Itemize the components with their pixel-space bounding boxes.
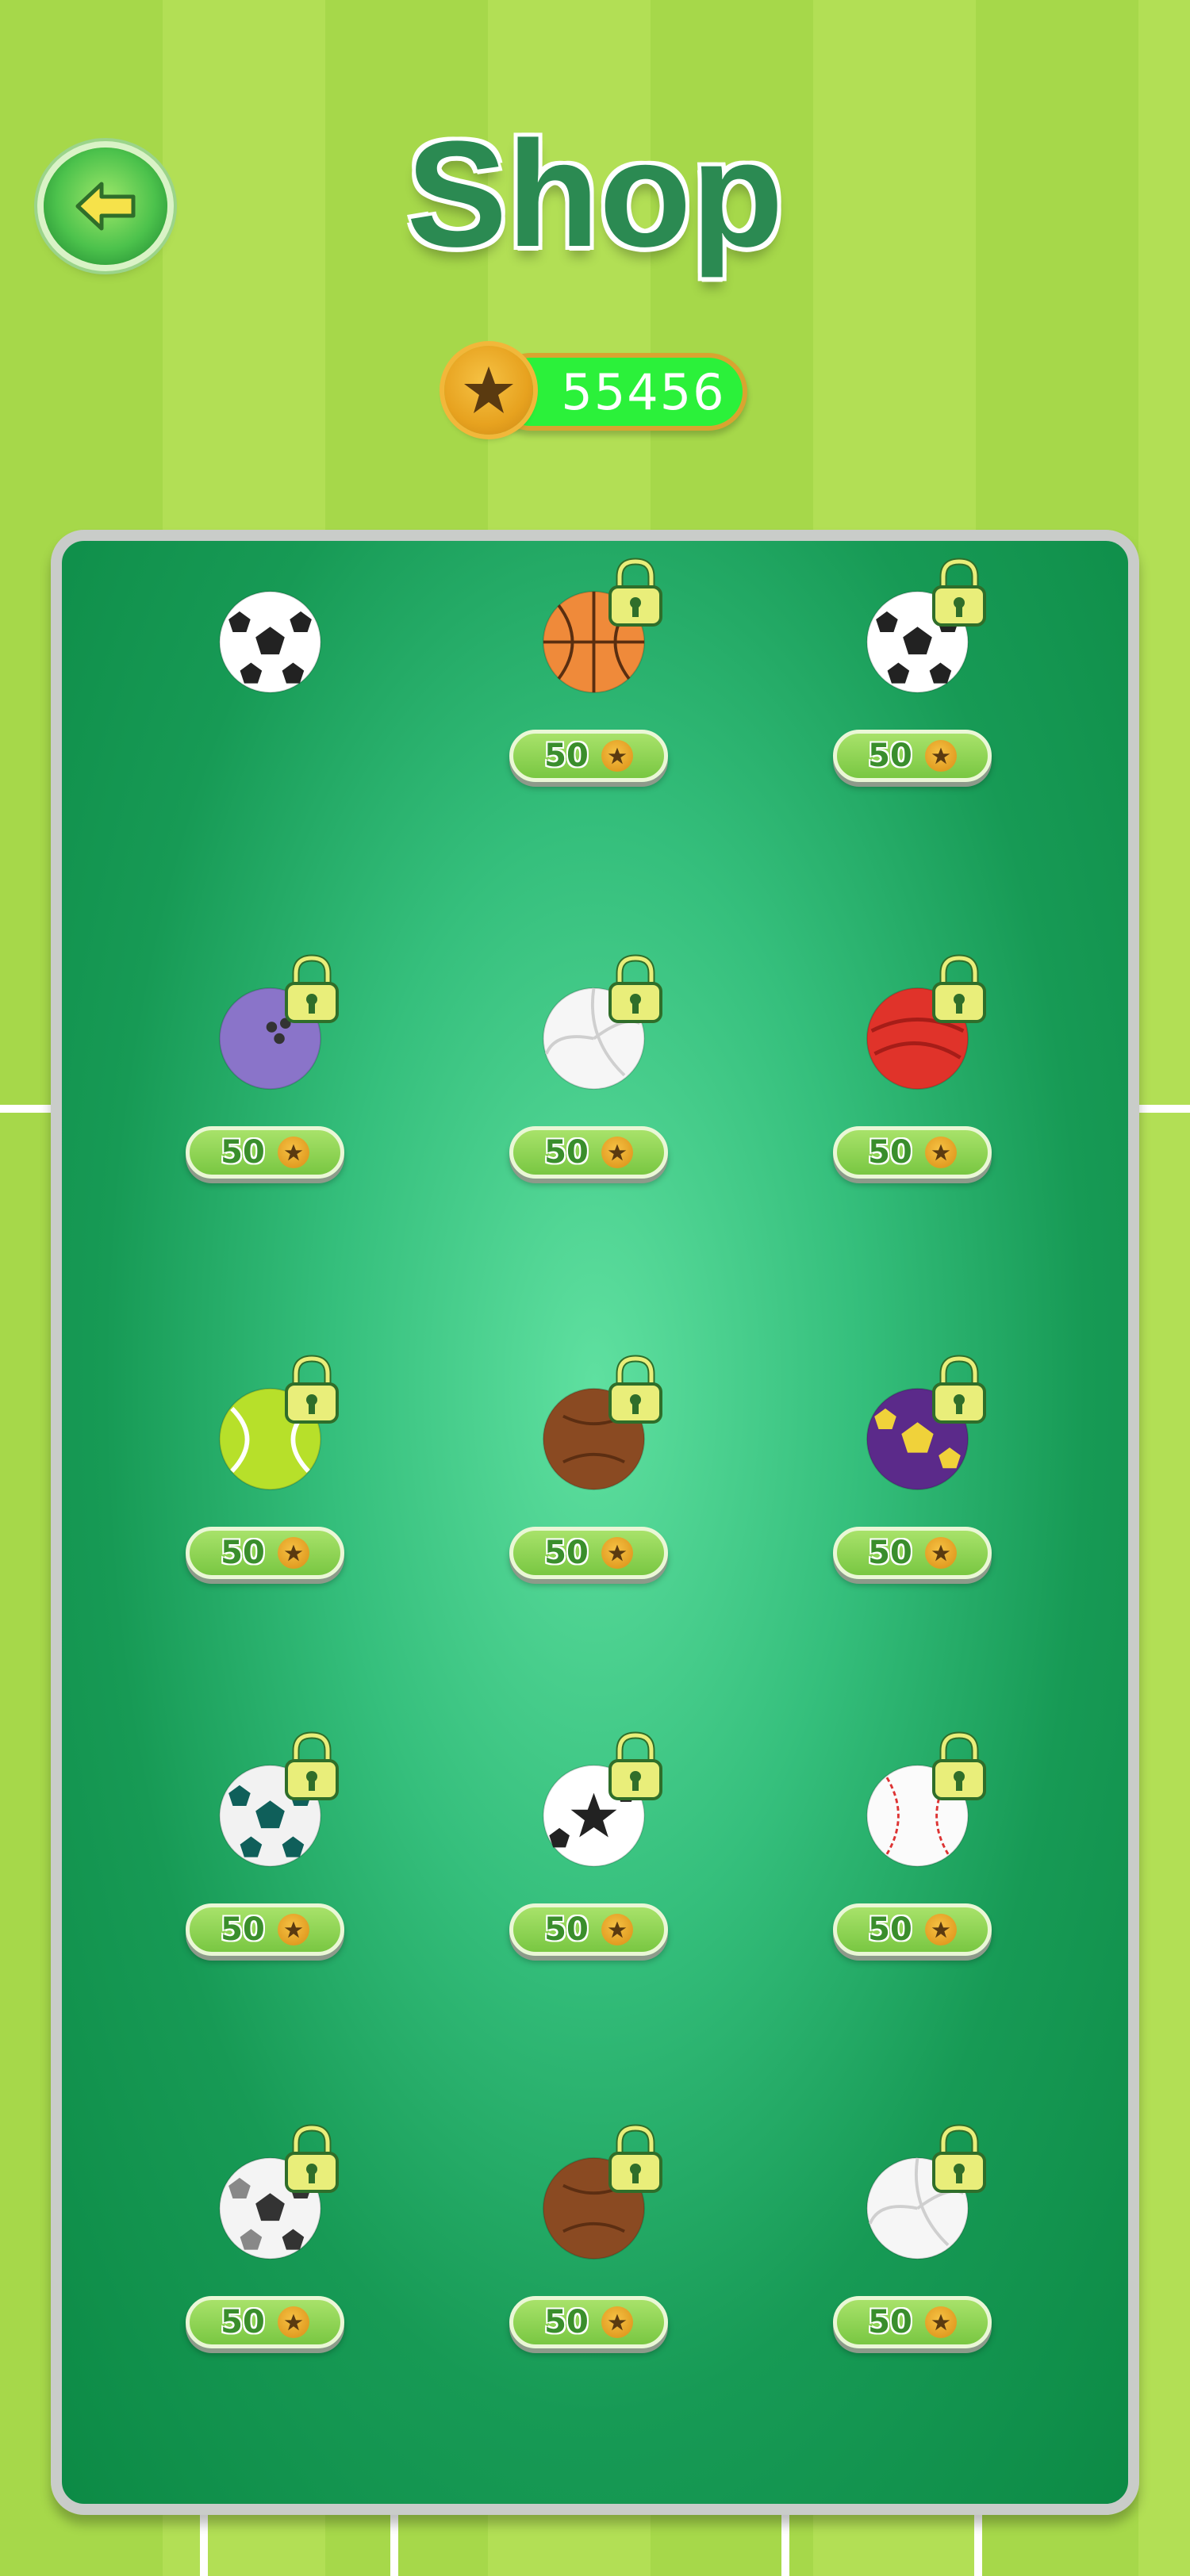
price-label: 50: [868, 738, 912, 774]
star-coin-icon: [601, 2306, 633, 2338]
shop-screen: { "header": { "title": "Shop", "back_ico…: [0, 0, 1190, 2576]
star-coin-icon: [444, 346, 533, 435]
lock-icon: [927, 557, 991, 628]
price-label: 50: [868, 1535, 912, 1571]
ball-item-white-volleyball[interactable]: 50: [465, 954, 703, 1223]
lock-icon: [604, 1354, 667, 1425]
price-label: 50: [868, 2304, 912, 2340]
ball-item-brown-ball[interactable]: 50: [465, 2124, 703, 2393]
buy-button[interactable]: 50: [186, 2296, 344, 2348]
price-label: 50: [544, 1911, 589, 1948]
lock-icon: [604, 953, 667, 1025]
field-line: [781, 2515, 789, 2576]
ball-item-grey-soccer-ball[interactable]: 50: [141, 2124, 379, 2393]
buy-button[interactable]: 50: [509, 1903, 668, 1956]
buy-button[interactable]: 50: [833, 1903, 992, 1956]
star-coin-icon: [601, 1537, 633, 1569]
star-coin-icon: [601, 740, 633, 772]
price-label: 50: [544, 738, 589, 774]
price-label: 50: [221, 1134, 265, 1171]
ball-item-volleyball[interactable]: 50: [789, 2124, 1027, 2393]
price-label: 50: [221, 1911, 265, 1948]
lock-icon: [280, 1354, 344, 1425]
buy-button[interactable]: 50: [509, 2296, 668, 2348]
buy-button[interactable]: 50: [833, 1126, 992, 1179]
lock-icon: [927, 1731, 991, 1802]
field-line: [1139, 1105, 1190, 1113]
ball-item-star-soccer-ball[interactable]: 50: [465, 1731, 703, 2000]
lock-icon: [927, 1354, 991, 1425]
star-coin-icon: [277, 1537, 309, 1569]
lock-icon: [280, 1731, 344, 1802]
star-coin-icon: [277, 1914, 309, 1945]
star-coin-icon: [924, 1914, 957, 1945]
star-coin-icon: [601, 1914, 633, 1945]
price-label: 50: [544, 1134, 589, 1171]
ball-item-bowling-ball[interactable]: 50: [141, 954, 379, 1223]
buy-button[interactable]: 50: [186, 1126, 344, 1179]
buy-button[interactable]: 50: [186, 1527, 344, 1579]
star-coin-icon: [601, 1137, 633, 1168]
lock-icon: [280, 953, 344, 1025]
buy-button[interactable]: 50: [833, 730, 992, 782]
ball-item-classic-soccer-ball[interactable]: [141, 588, 379, 826]
ball-item-tennis-ball[interactable]: 50: [141, 1355, 379, 1623]
star-coin-icon: [924, 2306, 957, 2338]
lock-icon: [927, 2123, 991, 2195]
shop-panel: 50 50 50 50 50 50 50 50 50 50 50 50 50 50: [51, 530, 1139, 2515]
price-label: 50: [221, 2304, 265, 2340]
ball-item-soccer-ball[interactable]: 50: [789, 558, 1027, 826]
star-coin-icon: [924, 1537, 957, 1569]
field-line: [200, 2515, 208, 2576]
price-label: 50: [221, 1535, 265, 1571]
price-label: 50: [544, 1535, 589, 1571]
ball-item-teal-soccer-ball[interactable]: 50: [141, 1731, 379, 2000]
lock-icon: [604, 2123, 667, 2195]
field-line: [974, 2515, 982, 2576]
ball-item-baseball[interactable]: 50: [789, 1731, 1027, 2000]
price-label: 50: [544, 2304, 589, 2340]
price-label: 50: [868, 1134, 912, 1171]
page-title: Shop: [406, 110, 784, 278]
buy-button[interactable]: 50: [509, 1527, 668, 1579]
star-coin-icon: [277, 1137, 309, 1168]
lock-icon: [927, 953, 991, 1025]
buy-button[interactable]: 50: [833, 2296, 992, 2348]
lock-icon: [604, 557, 667, 628]
lock-icon: [604, 1731, 667, 1802]
field-line: [0, 1105, 52, 1113]
ball-item-purple-yellow-soccer-ball[interactable]: 50: [789, 1355, 1027, 1623]
ball-item-basketball[interactable]: 50: [465, 558, 703, 826]
buy-button[interactable]: 50: [509, 1126, 668, 1179]
classic-soccer-ball-icon: [217, 588, 324, 696]
lock-icon: [280, 2123, 344, 2195]
buy-button[interactable]: 50: [509, 730, 668, 782]
ball-item-red-ball[interactable]: 50: [789, 954, 1027, 1223]
star-coin-icon: [924, 740, 957, 772]
star-coin-icon: [277, 2306, 309, 2338]
price-label: 50: [868, 1911, 912, 1948]
buy-button[interactable]: 50: [186, 1903, 344, 1956]
buy-button[interactable]: 50: [833, 1527, 992, 1579]
ball-item-leather-football[interactable]: 50: [465, 1355, 703, 1623]
star-coin-icon: [924, 1137, 957, 1168]
field-line: [390, 2515, 398, 2576]
